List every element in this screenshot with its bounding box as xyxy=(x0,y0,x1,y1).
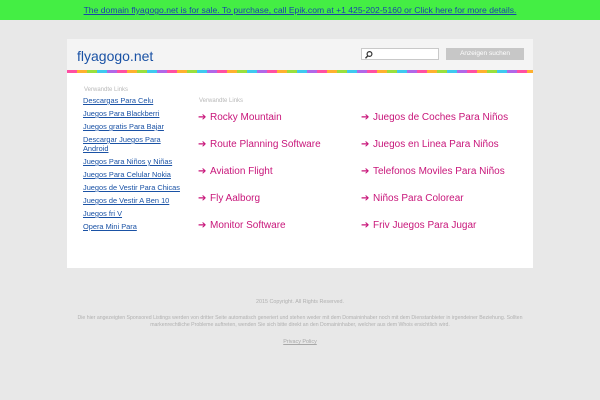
main-link[interactable]: ➔ Niños Para Colorear xyxy=(361,193,464,205)
sidebar-link[interactable]: Descargas Para Celu xyxy=(83,96,181,105)
main-link[interactable]: ➔ Route Planning Software xyxy=(198,139,321,151)
main-link[interactable]: ➔ Aviation Flight xyxy=(198,166,273,178)
sidebar-link[interactable]: Juegos gratis Para Bajar xyxy=(83,122,181,131)
main-link[interactable]: ➔ Fly Aalborg xyxy=(198,193,260,205)
arrow-right-icon: ➔ xyxy=(361,139,370,150)
arrow-right-icon: ➔ xyxy=(361,166,370,177)
sidebar-link[interactable]: Opera Mini Para xyxy=(83,222,181,231)
main-link[interactable]: ➔ Friv Juegos Para Jugar xyxy=(361,220,476,232)
sidebar-heading: Verwandte Links xyxy=(84,87,129,93)
sidebar-link[interactable]: Juegos de Vestir A Ben 10 xyxy=(83,196,181,205)
content-card: flyagogo.net Anzeigen suchen Verwandte L… xyxy=(67,39,533,268)
arrow-right-icon: ➔ xyxy=(361,193,370,204)
sidebar-link[interactable]: Juegos Para Celular Nokia xyxy=(83,170,181,179)
main-link[interactable]: ➔ Monitor Software xyxy=(198,220,286,232)
header-bar: flyagogo.net Anzeigen suchen xyxy=(67,39,533,70)
arrow-right-icon: ➔ xyxy=(361,112,370,123)
sidebar-link[interactable]: Juegos Para Niños y Niñas xyxy=(83,157,181,166)
sidebar-link[interactable]: Juegos de Vestir Para Chicas xyxy=(83,183,181,192)
main-link[interactable]: ➔ Rocky Mountain xyxy=(198,112,282,124)
copyright-text: 2015 Copyright. All Rights Reserved. xyxy=(255,299,345,305)
sidebar-link[interactable]: Juegos Para Blackberri xyxy=(83,109,181,118)
arrow-right-icon: ➔ xyxy=(198,220,207,231)
color-stripe xyxy=(67,70,533,73)
arrow-right-icon: ➔ xyxy=(198,166,207,177)
sidebar-link[interactable]: Descargar Juegos Para Android xyxy=(83,135,181,153)
arrow-right-icon: ➔ xyxy=(198,139,207,150)
site-logo[interactable]: flyagogo.net xyxy=(77,48,153,64)
sale-banner-link[interactable]: The domain flyagogo.net is for sale. To … xyxy=(84,5,517,15)
main-link[interactable]: ➔ Juegos en Linea Para Niños xyxy=(361,139,499,151)
sidebar-links: Descargas Para Celu Juegos Para Blackber… xyxy=(83,96,181,235)
privacy-policy-link[interactable]: Privacy Policy xyxy=(0,339,600,345)
arrow-right-icon: ➔ xyxy=(198,193,207,204)
main-link[interactable]: ➔ Telefonos Moviles Para Niños xyxy=(361,166,505,178)
sidebar-link[interactable]: Juegos fri V xyxy=(83,209,181,218)
search-button[interactable]: Anzeigen suchen xyxy=(446,48,524,60)
arrow-right-icon: ➔ xyxy=(198,112,207,123)
search-icon xyxy=(364,50,373,59)
main-link[interactable]: ➔ Juegos de Coches Para Niños xyxy=(361,112,508,124)
search-input[interactable] xyxy=(375,49,435,59)
disclaimer-text: Die hier angezeigten Sponsored Listings … xyxy=(77,315,523,328)
main-heading: Verwandte Links xyxy=(199,98,244,104)
sale-banner: The domain flyagogo.net is for sale. To … xyxy=(0,0,600,20)
arrow-right-icon: ➔ xyxy=(361,220,370,231)
